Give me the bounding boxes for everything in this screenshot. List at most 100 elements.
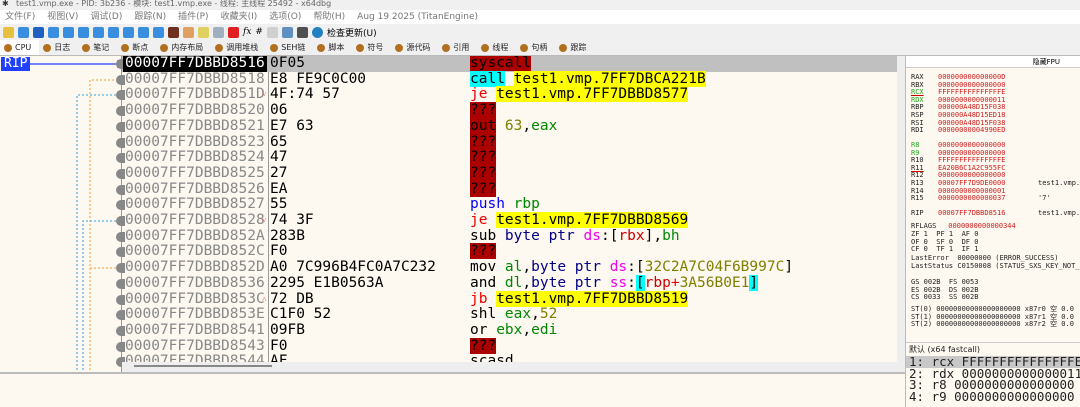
segment-row[interactable]: CS 0033 SS 002B: [911, 294, 978, 302]
comments-icon[interactable]: [198, 26, 209, 38]
breakpoint-toggle[interactable]: [116, 263, 125, 274]
call-convention-panel[interactable]: 默认 (x64 fastcall) 1: rcx FFFFFFFFFFFFFFF…: [905, 342, 1080, 407]
breakpoint-toggle[interactable]: [116, 231, 125, 242]
bookmarks-icon[interactable]: [228, 26, 239, 38]
horizontal-scrollbar[interactable]: [122, 362, 897, 372]
trace-over-icon[interactable]: [123, 26, 134, 38]
labels-icon[interactable]: [213, 26, 224, 38]
register-value[interactable]: 0000000000000037: [938, 194, 1005, 202]
tab-10[interactable]: 引用: [438, 40, 477, 55]
functions-icon[interactable]: fx: [243, 27, 251, 37]
register-row[interactable]: RDI 00000000004990ED: [911, 126, 1005, 135]
register-value[interactable]: 00007FF7DBBD8516: [938, 209, 1005, 217]
menu-item[interactable]: 调试(D): [90, 10, 122, 24]
disasm-row[interactable]: 00007FF7DBBD8521 E7 63 out 63,eax: [116, 117, 897, 135]
menu-item[interactable]: 文件(F): [5, 10, 35, 24]
tab-8[interactable]: 符号: [352, 40, 391, 55]
fpu-row[interactable]: ST(2) 00000000000000000000 x87r2 空 0.0: [911, 321, 1074, 329]
step-over-icon[interactable]: [93, 26, 104, 38]
disasm-row[interactable]: 00007FF7DBBD853C 72 DB jb test1.vmp.7FF7DB…: [116, 290, 897, 308]
register-row[interactable]: R15 0000000000000037 '7': [911, 194, 1051, 203]
menu-item[interactable]: 选项(O): [269, 10, 301, 24]
flags-row[interactable]: CF 0 TF 1 IF 1: [911, 246, 978, 254]
tab-0[interactable]: CPU: [0, 40, 40, 55]
register-value[interactable]: 00000000004990ED: [938, 126, 1005, 134]
tab-4[interactable]: 内存布局: [156, 40, 211, 55]
menu-item[interactable]: 插件(P): [178, 10, 208, 24]
open-icon[interactable]: [3, 26, 14, 38]
disasm-row[interactable]: 00007FF7DBBD851D 4F:74 57 je test1.vmp.7FF…: [116, 86, 897, 103]
tab-7[interactable]: 脚本: [313, 40, 352, 55]
breakpoint-toggle[interactable]: [116, 106, 125, 117]
run-to-user-code-icon[interactable]: [153, 26, 164, 38]
disasm-row[interactable]: 00007FF7DBBD853E C1F0 52 shl eax,52: [116, 306, 897, 323]
breakpoint-toggle[interactable]: [116, 74, 125, 85]
vertical-scrollbar[interactable]: [897, 56, 905, 372]
breakpoint-toggle[interactable]: [116, 216, 125, 226]
tab-2[interactable]: 笔记: [78, 40, 117, 55]
tab-11[interactable]: 线程: [477, 40, 516, 55]
breakpoint-toggle[interactable]: [116, 294, 125, 305]
disasm-row[interactable]: 00007FF7DBBD8527 55 push rbp: [116, 196, 897, 213]
stop-icon[interactable]: [33, 26, 44, 38]
execute-till-return-icon[interactable]: [138, 26, 149, 38]
disasm-row[interactable]: 00007FF7DBBD8526 EA???: [116, 180, 897, 198]
argument-row[interactable]: 4: r9 0000000000000000 0000: [906, 390, 1080, 403]
menu-item[interactable]: 视图(V): [47, 10, 78, 24]
step-into-icon[interactable]: [78, 26, 89, 38]
register-row[interactable]: RIP 00007FF7DBBD8516 test1.vmp.0: [911, 209, 1080, 218]
breakpoint-toggle[interactable]: [116, 278, 125, 289]
pause-icon[interactable]: [63, 26, 74, 38]
menu-item[interactable]: 收藏夹(I): [221, 10, 258, 24]
tab-1[interactable]: 日志: [39, 40, 78, 55]
scylla-icon[interactable]: [168, 26, 179, 38]
tab-3[interactable]: 断点: [117, 40, 156, 55]
font-icon[interactable]: [266, 26, 278, 38]
patch-icon[interactable]: [183, 26, 194, 38]
breakpoint-toggle[interactable]: [116, 153, 125, 164]
breakpoint-toggle[interactable]: [116, 168, 125, 179]
trace-into-icon[interactable]: [108, 26, 119, 38]
breakpoint-toggle[interactable]: [116, 90, 125, 101]
hide-fpu-button[interactable]: 隐藏FPU: [906, 56, 1080, 68]
breakpoint-toggle[interactable]: [116, 341, 125, 352]
disasm-row[interactable]: 00007FF7DBBD8528 74 3F je test1.vmp.7FF7DB…: [116, 212, 897, 229]
breakpoint-toggle[interactable]: [116, 121, 125, 132]
disasm-row[interactable]: 00007FF7DBBD852C F0???: [116, 243, 897, 260]
run-icon[interactable]: [48, 26, 59, 38]
breakpoint-toggle[interactable]: [116, 200, 125, 211]
hash-icon[interactable]: #: [255, 27, 263, 37]
disasm-row[interactable]: 00007FF7DBBD8536 2295 E1B0563A and dl,byte…: [116, 274, 897, 292]
settings-icon[interactable]: [281, 26, 293, 38]
tab-5[interactable]: 调用堆栈: [211, 40, 266, 55]
check-update-button[interactable]: 检查更新(U): [327, 26, 377, 39]
menu-item[interactable]: 跟踪(N): [134, 10, 166, 24]
disasm-row[interactable]: 00007FF7DBBD8516 0F05 syscall: [116, 56, 897, 72]
breakpoint-toggle[interactable]: [116, 137, 125, 148]
disasm-row[interactable]: 00007FF7DBBD8543 F0???: [116, 337, 897, 355]
tab-9[interactable]: 源代码: [391, 40, 438, 55]
breakpoint-toggle[interactable]: [116, 325, 125, 336]
disasm-row[interactable]: 00007FF7DBBD852D A0 7C996B4FC0A7C232 mov a…: [116, 259, 897, 276]
tab-6[interactable]: SEH链: [266, 40, 313, 55]
bytes: EA: [270, 180, 288, 197]
breakpoint-toggle[interactable]: [116, 310, 125, 321]
breakpoint-toggle[interactable]: [116, 184, 125, 195]
disasm-row[interactable]: 00007FF7DBBD8523 65???: [116, 133, 897, 151]
disassembly-view[interactable]: RIP 00007FF7DBBD8516 0F05 syscall 00007FF7D…: [0, 56, 905, 372]
tab-12[interactable]: 句柄: [516, 40, 555, 55]
menu-item[interactable]: 帮助(H): [313, 10, 345, 24]
breakpoint-toggle[interactable]: [116, 247, 125, 258]
restart-icon[interactable]: [18, 26, 29, 38]
disasm-row[interactable]: 00007FF7DBBD8541 09FB or ebx,edi: [116, 322, 897, 339]
registers-panel[interactable]: 隐藏FPU RAX 000000000000000D RBX 000000000000…: [905, 56, 1080, 342]
disasm-row[interactable]: 00007FF7DBBD8520 06???: [116, 102, 897, 119]
calculator-icon[interactable]: [296, 26, 308, 38]
tab-13[interactable]: 跟踪: [555, 40, 594, 55]
disasm-row[interactable]: 00007FF7DBBD8525 27???: [116, 164, 897, 182]
disasm-row[interactable]: 00007FF7DBBD8524 47???: [116, 149, 897, 166]
disasm-row[interactable]: 00007FF7DBBD8518 E8 FE9C0C00 call test1.vm…: [116, 70, 897, 88]
rflags-value[interactable]: 0000000000000344: [948, 222, 1015, 230]
scrollbar-thumb[interactable]: [134, 365, 272, 367]
disasm-row[interactable]: 00007FF7DBBD852A 283B sub byte ptr ds:[rbx…: [116, 228, 897, 245]
